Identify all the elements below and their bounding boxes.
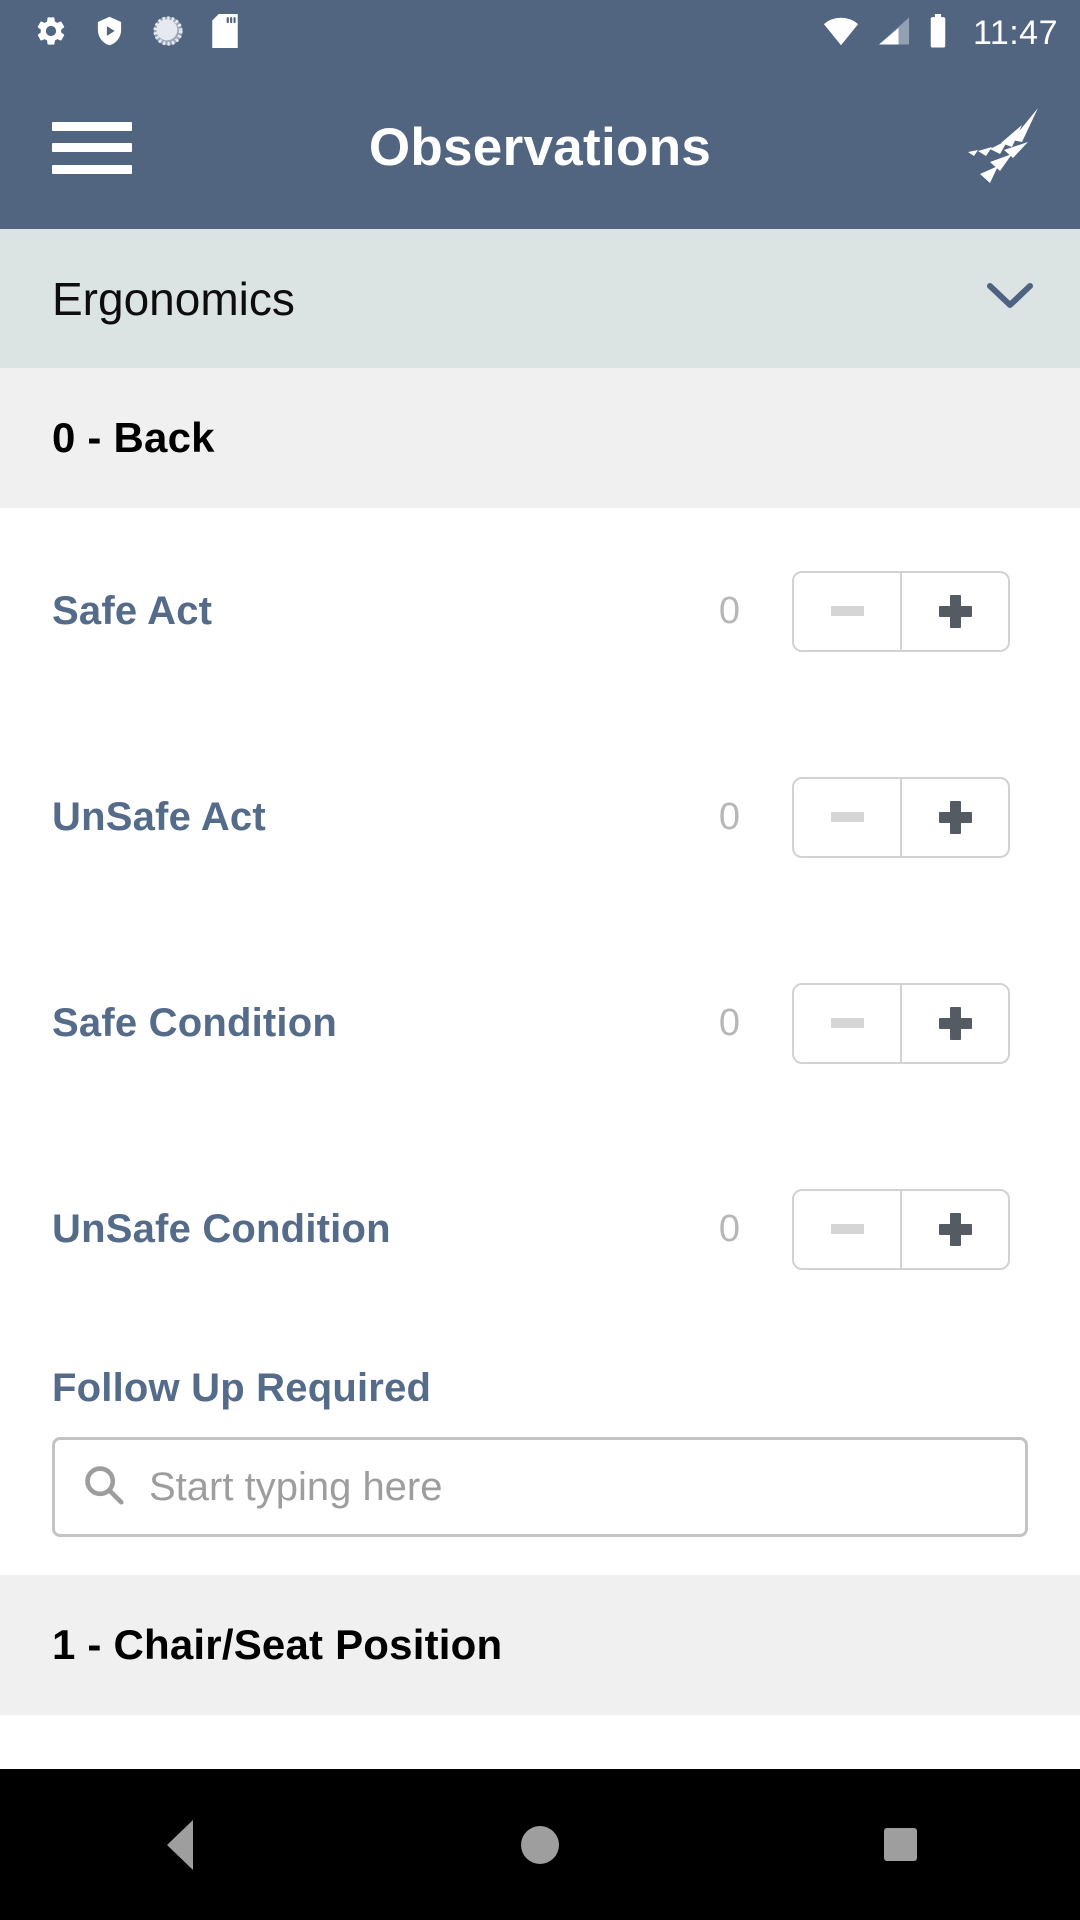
section-header-back[interactable]: 0 - Back: [0, 368, 1080, 508]
counter-row-unsafe-act: UnSafe Act 0: [0, 714, 1080, 920]
android-navigation-bar: [0, 1769, 1080, 1920]
plus-icon: [938, 800, 972, 834]
decrement-button[interactable]: [794, 1191, 900, 1268]
status-bar-system-icons: 11:47: [822, 13, 1058, 53]
increment-button[interactable]: [900, 1190, 1008, 1268]
app-bar: Observations: [0, 66, 1080, 229]
counter-value: 0: [718, 1207, 740, 1250]
minus-icon: [830, 812, 864, 822]
sync-progress-icon: [151, 14, 185, 53]
sd-card-icon: [211, 13, 239, 53]
android-back-icon[interactable]: [100, 1769, 260, 1920]
plus-icon: [938, 1212, 972, 1246]
category-dropdown[interactable]: Ergonomics: [0, 229, 1080, 368]
chevron-down-icon[interactable]: [986, 281, 1034, 316]
counter-value: 0: [718, 795, 740, 838]
page-title: Observations: [368, 118, 712, 177]
increment-button[interactable]: [900, 572, 1008, 650]
section-header-title: 0 - Back: [52, 414, 215, 461]
quantity-stepper: [792, 570, 1010, 652]
hamburger-menu-icon[interactable]: [52, 121, 132, 174]
counter-row-safe-act: Safe Act 0: [0, 508, 1080, 714]
counter-label: UnSafe Condition: [52, 1206, 391, 1251]
counter-value: 0: [718, 589, 740, 632]
quantity-stepper: [792, 776, 1010, 858]
follow-up-label: Follow Up Required: [52, 1366, 432, 1410]
counter-row-safe-condition: Safe Condition 0: [0, 920, 1080, 1126]
wifi-icon: [822, 16, 860, 51]
cellular-signal-icon: [877, 16, 911, 51]
counter-label: Safe Condition: [52, 1000, 338, 1045]
quantity-stepper: [792, 982, 1010, 1064]
play-protect-shield-icon: [94, 14, 125, 53]
increment-button[interactable]: [900, 778, 1008, 856]
quantity-stepper: [792, 1188, 1010, 1270]
category-dropdown-label: Ergonomics: [52, 272, 295, 325]
status-bar-notification-icons: [34, 13, 239, 53]
content-spacer: [0, 1537, 1080, 1575]
minus-icon: [830, 1224, 864, 1234]
search-icon: [81, 1462, 127, 1513]
settings-gear-icon: [34, 14, 68, 53]
counter-row-unsafe-condition: UnSafe Condition 0: [0, 1126, 1080, 1332]
decrement-button[interactable]: [794, 573, 900, 650]
follow-up-section: Follow Up Required: [0, 1332, 1080, 1537]
status-bar: 11:47: [0, 0, 1080, 66]
plus-icon: [938, 1006, 972, 1040]
android-recents-icon[interactable]: [820, 1769, 980, 1920]
section-body: Safe Act 0 UnSafe Act 0 Safe Condition 0…: [0, 508, 1080, 1769]
battery-icon: [928, 13, 948, 53]
plus-icon: [938, 594, 972, 628]
counter-label: UnSafe Act: [52, 794, 266, 839]
android-home-icon[interactable]: [460, 1769, 620, 1920]
counter-value: 0: [718, 1001, 740, 1044]
counter-label: Safe Act: [52, 588, 213, 633]
minus-icon: [830, 1018, 864, 1028]
section-header-title: 1 - Chair/Seat Position: [52, 1621, 503, 1668]
section-header-chair-seat-position[interactable]: 1 - Chair/Seat Position: [0, 1575, 1080, 1715]
decrement-button[interactable]: [794, 779, 900, 856]
follow-up-search-box[interactable]: [52, 1437, 1028, 1537]
status-bar-clock: 11:47: [972, 14, 1058, 52]
app-brand-logo-icon[interactable]: [942, 104, 1046, 191]
app-screen: 11:47 Observations Ergonomics 0 - Back S…: [0, 0, 1080, 1920]
follow-up-search-input[interactable]: [149, 1464, 999, 1510]
decrement-button[interactable]: [794, 985, 900, 1062]
minus-icon: [830, 606, 864, 616]
increment-button[interactable]: [900, 984, 1008, 1062]
